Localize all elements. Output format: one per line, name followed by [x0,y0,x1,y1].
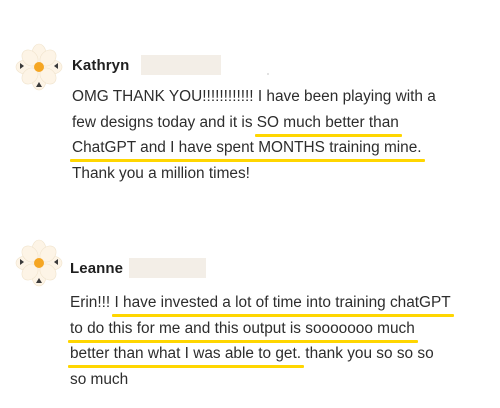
text-segment: Erin!!! [70,294,115,311]
comment-line: so much [70,369,490,395]
flower-avatar-icon[interactable] [14,42,64,92]
highlighted-text: better than what I was able to get. [67,343,305,368]
comment-line: better than what I was able to get. than… [67,343,490,369]
comment-body: OMG THANK YOU!!!!!!!!!!!! I have been pl… [70,86,492,189]
highlighted-text: to do this for me and this output is soo… [68,318,418,343]
comment-line: few designs today and it is SO much bett… [72,112,492,138]
comment-body: Erin!!! I have invested a lot of time in… [67,292,490,395]
text-segment: few designs today and it is [72,113,257,131]
text-segment: so much [70,370,129,388]
comment-line: OMG THANK YOU!!!!!!!!!!!! I have been pl… [72,86,492,112]
comment-line: to do this for me and this output is soo… [68,318,490,344]
stray-dot [267,73,269,75]
highlighted-text: I have invested a lot of time into train… [112,292,454,317]
author-name[interactable]: Kathryn [72,57,129,74]
redacted-surname [141,55,222,75]
highlighted-text: ChatGPT and I have spent MONTHS training… [70,137,425,162]
flower-avatar-icon[interactable] [14,238,64,288]
comment-header: Leanne [70,257,207,279]
text-segment: thank you so so so [301,345,434,362]
text-segment: Thank you a million times! [72,164,250,182]
text-segment: OMG THANK YOU!!!!!!!!!!!! I have been pl… [72,88,436,105]
redacted-surname [129,258,207,278]
author-name[interactable]: Leanne [70,260,123,277]
highlighted-text: SO much better than [254,112,402,137]
comment-header: Kathryn [72,54,222,76]
comment-line: Thank you a million times! [72,163,492,189]
comment-line: ChatGPT and I have spent MONTHS training… [70,137,492,163]
comment-line: Erin!!! I have invested a lot of time in… [70,292,490,318]
